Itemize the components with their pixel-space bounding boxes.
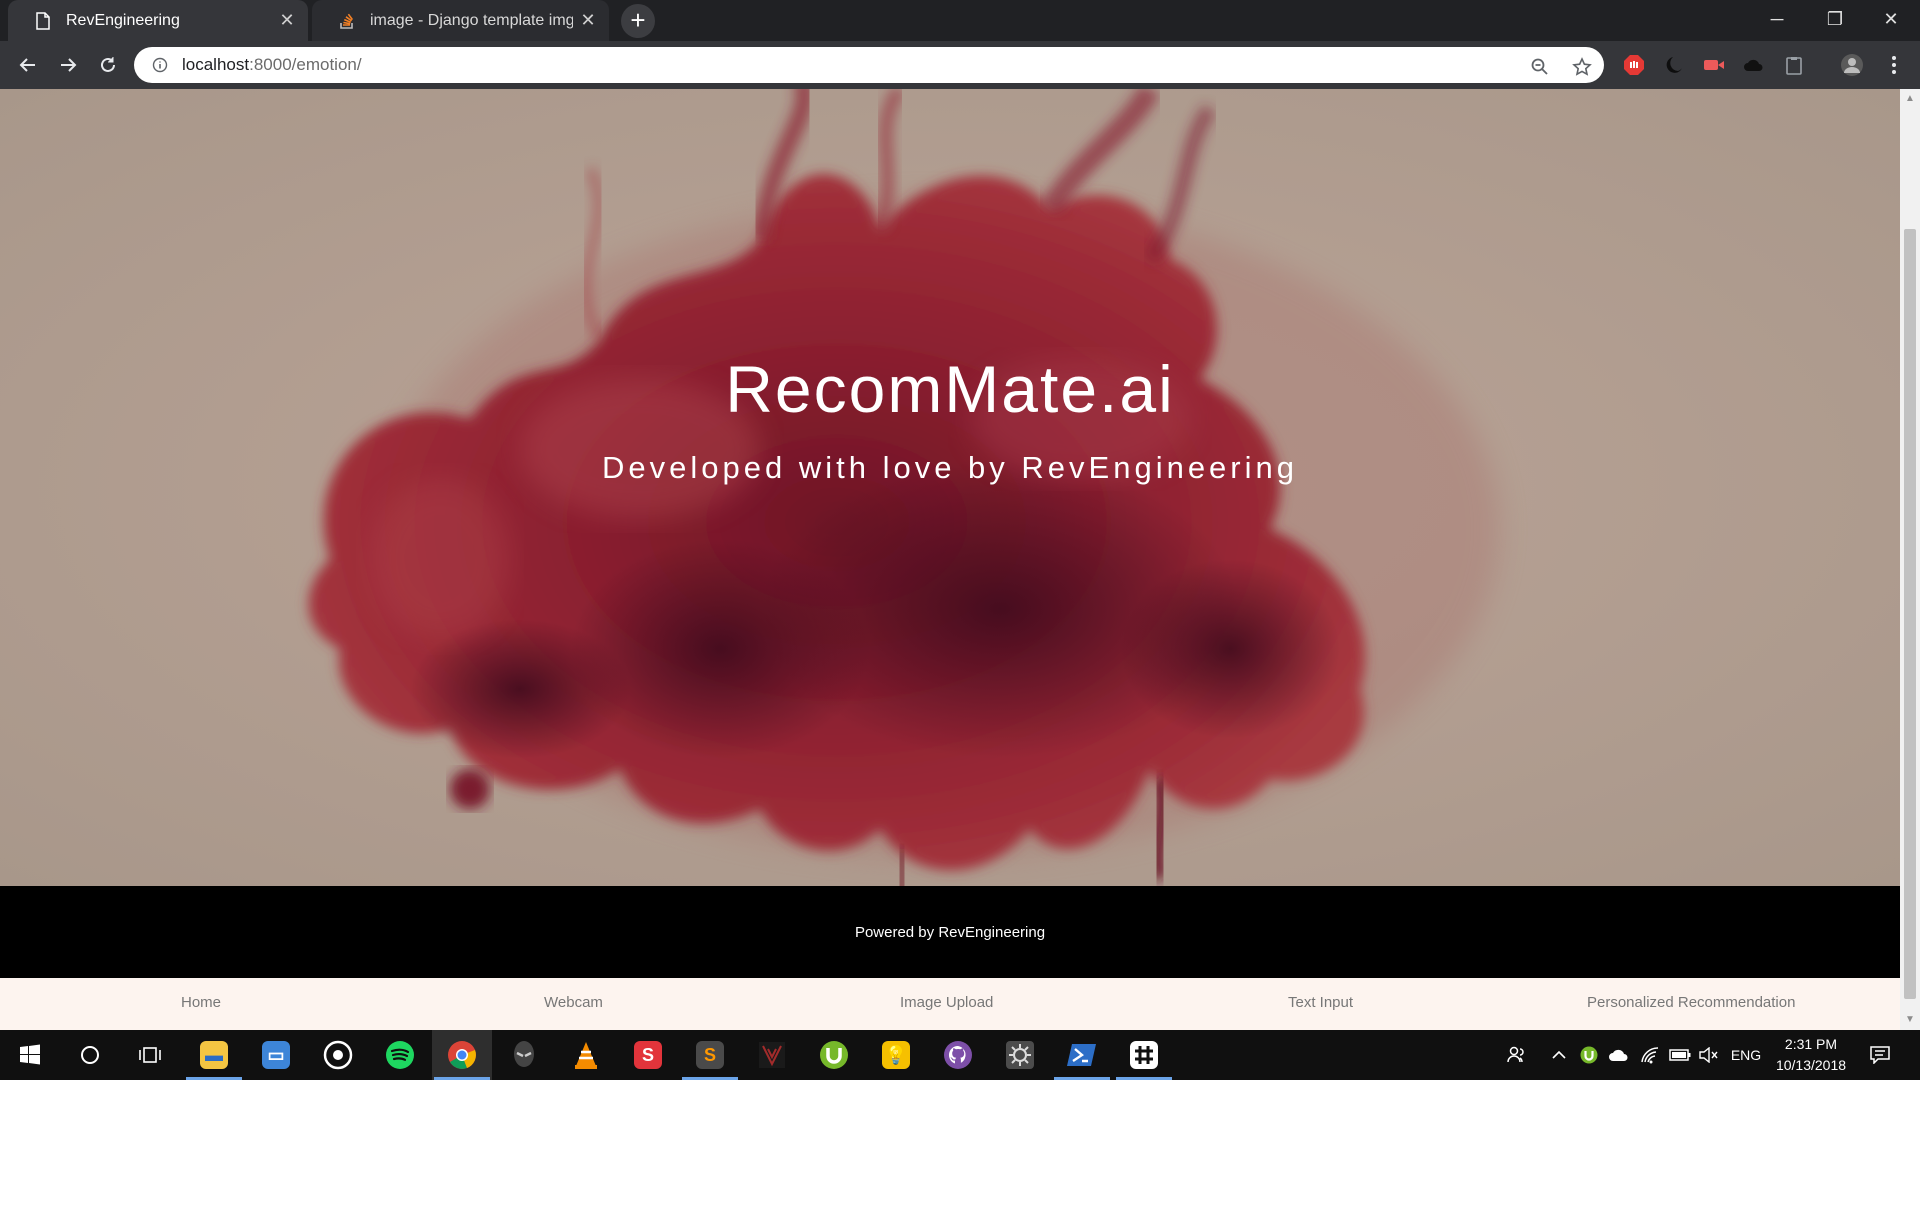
tab-django-question[interactable]: image - Django template img src ✕: [312, 0, 609, 41]
groove-music-icon[interactable]: [308, 1030, 368, 1080]
stackoverflow-icon: [336, 10, 358, 32]
close-icon[interactable]: ✕: [272, 10, 302, 31]
footer: Powered by RevEngineering: [0, 886, 1900, 978]
speaker-muted-icon[interactable]: [1697, 1030, 1721, 1080]
clock-date: 10/13/2018: [1775, 1057, 1847, 1073]
hero-section: RecomMate.ai Developed with love by RevE…: [0, 89, 1900, 886]
windows-taskbar: ▬ ▭ S S 💡 ENG 2:31 PM 10/13/2018: [0, 1030, 1920, 1080]
nav-link-webcam[interactable]: Webcam: [544, 994, 603, 1011]
sublime-text-icon[interactable]: S: [680, 1030, 740, 1080]
browser-toolbar: localhost:8000/emotion/: [0, 41, 1920, 89]
windows-start-icon[interactable]: [0, 1030, 60, 1080]
new-tab-button[interactable]: +: [621, 4, 655, 38]
info-icon[interactable]: [150, 55, 170, 75]
scrollbar-thumb[interactable]: [1904, 229, 1916, 999]
spotify-icon[interactable]: [370, 1030, 430, 1080]
task-view-icon[interactable]: [120, 1030, 180, 1080]
people-icon[interactable]: [1500, 1030, 1532, 1080]
utorrent-icon[interactable]: [804, 1030, 864, 1080]
file-explorer-icon[interactable]: ▬: [184, 1030, 244, 1080]
language-indicator[interactable]: ENG: [1726, 1030, 1766, 1080]
battery-icon[interactable]: [1668, 1030, 1692, 1080]
tab-revengineering[interactable]: RevEngineering ✕: [8, 0, 308, 41]
scroll-down-icon[interactable]: ▼: [1904, 1014, 1916, 1026]
chrome-icon[interactable]: [432, 1030, 492, 1080]
footer-text: Powered by RevEngineering: [854, 923, 1046, 941]
scroll-up-icon[interactable]: ▲: [1904, 93, 1916, 105]
tab-title: image - Django template img src: [370, 11, 573, 29]
reload-icon[interactable]: [92, 49, 124, 81]
browser-tab-strip: RevEngineering ✕ image - Django template…: [0, 0, 1920, 41]
restore-icon[interactable]: ❐: [1806, 0, 1864, 41]
close-icon[interactable]: ✕: [573, 10, 603, 31]
nav-link-home[interactable]: Home: [181, 994, 221, 1011]
s-app-icon[interactable]: S: [618, 1030, 678, 1080]
forward-icon[interactable]: [52, 49, 84, 81]
clock-time: 2:31 PM: [1784, 1036, 1838, 1052]
video-extension-icon[interactable]: [1702, 53, 1726, 77]
adblock-icon[interactable]: [1622, 53, 1646, 77]
utorrent-tray-icon[interactable]: [1578, 1030, 1600, 1080]
nav-link-text-input[interactable]: Text Input: [1288, 994, 1353, 1011]
onedrive-cloud-icon[interactable]: [1606, 1030, 1632, 1080]
nav-link-image-upload[interactable]: Image Upload: [900, 994, 993, 1011]
clipboard-extension-icon[interactable]: [1782, 53, 1806, 77]
hero-subtitle: Developed with love by RevEngineering: [602, 450, 1298, 485]
chevron-up-icon[interactable]: [1548, 1030, 1570, 1080]
laptop-icon[interactable]: ▭: [246, 1030, 306, 1080]
hero-title: RecomMate.ai: [725, 352, 1175, 426]
slack-icon[interactable]: [1114, 1030, 1174, 1080]
anaconda-icon[interactable]: [990, 1030, 1050, 1080]
minimize-icon[interactable]: ─: [1748, 0, 1806, 41]
predator-icon[interactable]: [742, 1030, 802, 1080]
alienware-icon[interactable]: [494, 1030, 554, 1080]
tab-title: RevEngineering: [66, 11, 180, 29]
page-icon: [32, 10, 54, 32]
back-icon[interactable]: [12, 49, 44, 81]
menu-kebab-icon[interactable]: [1882, 53, 1906, 77]
cortana-search-icon[interactable]: [60, 1030, 120, 1080]
powershell-icon[interactable]: [1052, 1030, 1112, 1080]
page-viewport: RecomMate.ai Developed with love by RevE…: [0, 89, 1900, 1030]
nav-link-personalized-recommendation[interactable]: Personalized Recommendation: [1587, 994, 1795, 1011]
wifi-icon[interactable]: [1638, 1030, 1662, 1080]
github-icon[interactable]: [928, 1030, 988, 1080]
clock[interactable]: 2:31 PM 10/13/2018: [1769, 1034, 1853, 1076]
notifications-icon[interactable]: [1860, 1030, 1900, 1080]
url-host: localhost: [182, 55, 250, 74]
bookmark-star-icon[interactable]: [1570, 55, 1594, 79]
close-window-icon[interactable]: ✕: [1862, 0, 1920, 41]
profile-avatar-icon[interactable]: [1840, 53, 1864, 77]
dark-mode-moon-icon[interactable]: [1662, 53, 1686, 77]
bulb-app-icon[interactable]: 💡: [866, 1030, 926, 1080]
bottom-navbar: Home Webcam Image Upload Text Input Pers…: [0, 978, 1900, 1030]
zoom-icon[interactable]: [1528, 55, 1552, 79]
address-bar[interactable]: localhost:8000/emotion/: [134, 47, 1604, 83]
cloud-extension-icon[interactable]: [1742, 53, 1766, 77]
vertical-scrollbar[interactable]: ▲ ▼: [1900, 89, 1920, 1030]
url-path: :8000/emotion/: [249, 55, 362, 74]
vlc-icon[interactable]: [556, 1030, 616, 1080]
ink-cloud-image: [308, 89, 1500, 886]
